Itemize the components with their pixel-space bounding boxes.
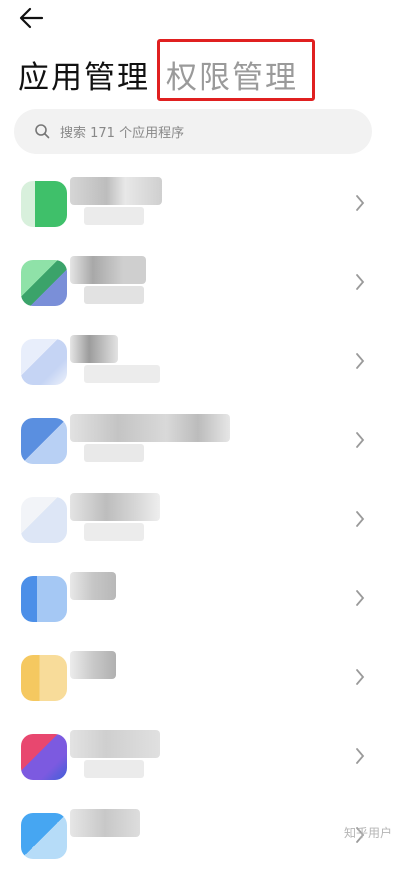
app-name-redacted bbox=[70, 730, 160, 758]
app-icon bbox=[21, 339, 67, 385]
list-item[interactable] bbox=[0, 637, 410, 716]
app-icon bbox=[21, 734, 67, 780]
app-icon bbox=[21, 813, 67, 859]
chevron-right-icon bbox=[356, 432, 365, 448]
app-icon bbox=[21, 497, 67, 543]
back-arrow-icon bbox=[19, 7, 44, 29]
chevron-right-icon bbox=[356, 590, 365, 606]
app-sub-redacted bbox=[84, 760, 144, 778]
list-item[interactable] bbox=[0, 321, 410, 400]
list-item[interactable] bbox=[0, 400, 410, 479]
app-name-redacted bbox=[70, 572, 116, 600]
chevron-right-icon bbox=[356, 511, 365, 527]
search-placeholder: 搜索 171 个应用程序 bbox=[60, 126, 185, 141]
app-name-redacted bbox=[70, 809, 140, 837]
list-item[interactable] bbox=[0, 479, 410, 558]
app-name-redacted bbox=[70, 414, 230, 442]
app-icon bbox=[21, 418, 67, 464]
search-input[interactable]: 搜索 171 个应用程序 bbox=[14, 109, 372, 154]
app-sub-redacted bbox=[84, 286, 144, 304]
back-button[interactable] bbox=[18, 6, 46, 30]
highlight-box bbox=[157, 39, 315, 101]
watermark: 知乎用户 bbox=[344, 826, 393, 840]
app-name-redacted bbox=[70, 493, 160, 521]
chevron-right-icon bbox=[356, 353, 365, 369]
app-icon bbox=[21, 181, 67, 227]
app-name-redacted bbox=[70, 335, 118, 363]
list-item[interactable] bbox=[0, 558, 410, 637]
chevron-right-icon bbox=[356, 274, 365, 290]
app-icon bbox=[21, 655, 67, 701]
list-item[interactable] bbox=[0, 716, 410, 795]
app-icon bbox=[21, 260, 67, 306]
chevron-right-icon bbox=[356, 669, 365, 685]
app-name-redacted bbox=[70, 177, 162, 205]
app-name-redacted bbox=[70, 256, 146, 284]
list-item[interactable] bbox=[0, 163, 410, 242]
search-icon bbox=[35, 124, 50, 139]
chevron-right-icon bbox=[356, 748, 365, 764]
chevron-right-icon bbox=[356, 195, 365, 211]
app-sub-redacted bbox=[84, 444, 144, 462]
app-name-redacted bbox=[70, 651, 116, 679]
list-item[interactable] bbox=[0, 242, 410, 321]
app-sub-redacted bbox=[84, 365, 160, 383]
app-sub-redacted bbox=[84, 207, 144, 225]
app-sub-redacted bbox=[84, 523, 144, 541]
app-list bbox=[0, 163, 410, 874]
app-icon bbox=[21, 576, 67, 622]
tab-app-management[interactable]: 应用管理 bbox=[18, 52, 150, 97]
